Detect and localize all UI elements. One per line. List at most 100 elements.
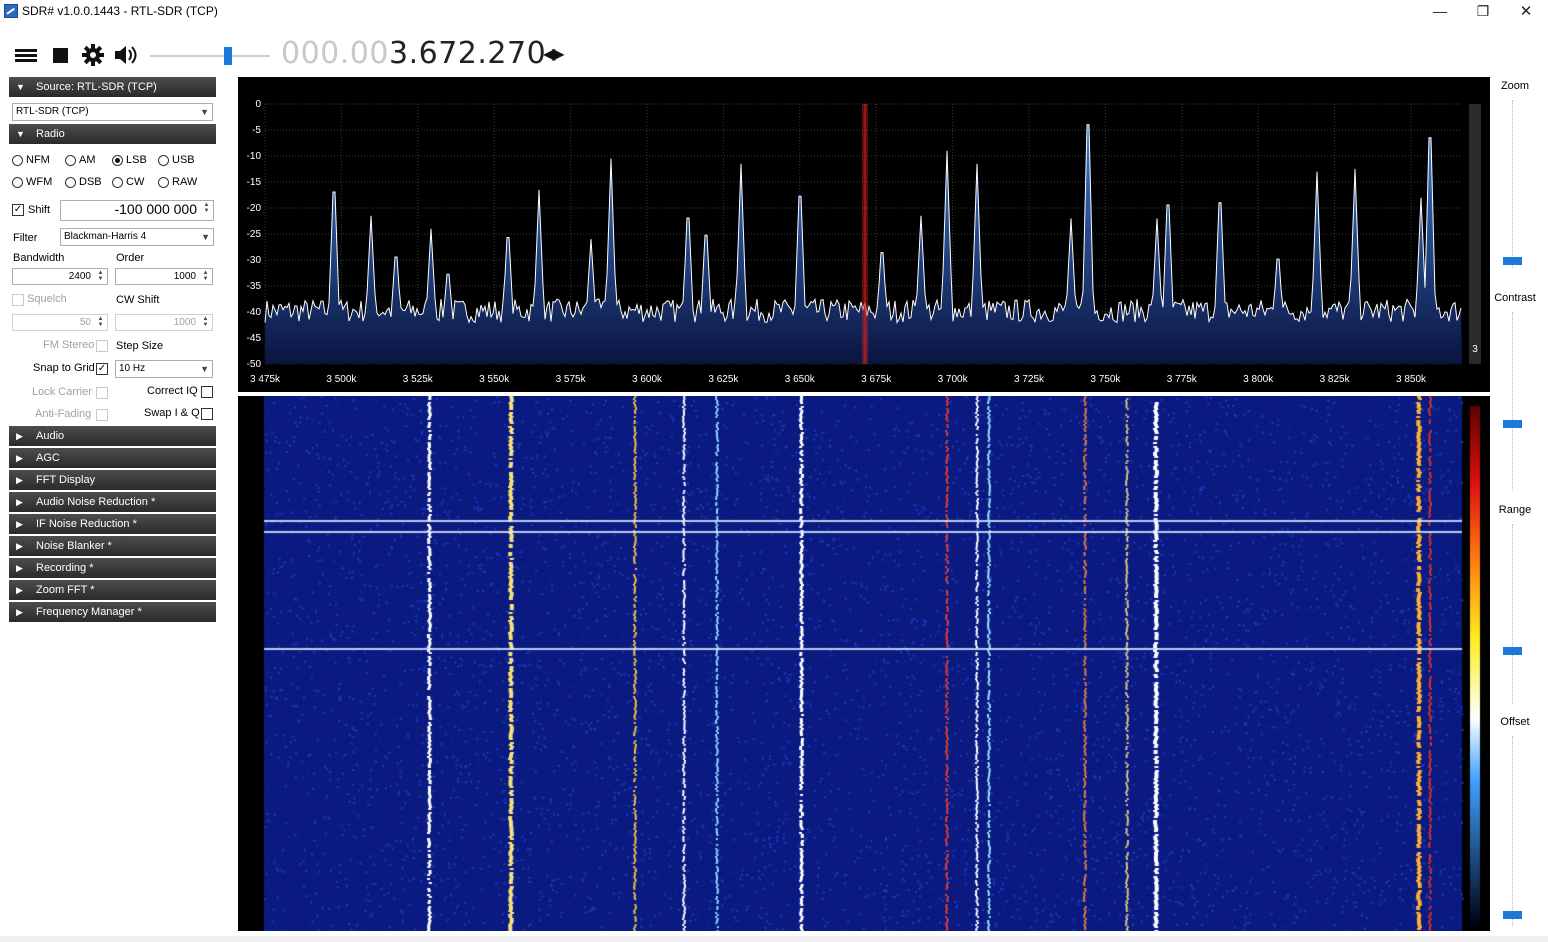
zoom-slider-thumb[interactable] <box>1503 257 1522 265</box>
swap-iq-label: Swap I & Q <box>144 407 200 419</box>
gear-icon[interactable] <box>80 42 106 68</box>
x-tick-label: 3 650k <box>785 374 816 385</box>
squelch-checkbox[interactable] <box>12 294 24 306</box>
section-header-agc[interactable]: ▶ AGC <box>9 448 216 468</box>
shift-checkbox[interactable]: ✓ <box>12 204 24 216</box>
section-header-zoom-fft[interactable]: ▶ Zoom FFT * <box>9 580 216 600</box>
contrast-track <box>1512 312 1513 490</box>
menu-icon[interactable] <box>13 42 39 68</box>
squelch-spinner-icon[interactable]: ▲ ▼ <box>95 316 106 329</box>
mode-radio-cw[interactable]: CW <box>112 176 144 188</box>
frequency-value[interactable]: 3.672.270 <box>389 36 546 71</box>
zoom-label: Zoom <box>1500 80 1530 92</box>
bandwidth-spinner-icon[interactable]: ▲ ▼ <box>95 270 106 283</box>
x-tick-label: 3 800k <box>1243 374 1274 385</box>
section-header-frequency-manager[interactable]: ▶ Frequency Manager * <box>9 602 216 622</box>
section-header-audio[interactable]: ▶ Audio <box>9 426 216 446</box>
control-panel: ▼ Source: RTL-SDR (TCP) RTL-SDR (TCP) ▼ ▼ R… <box>9 76 216 636</box>
section-label: IF Noise Reduction * <box>36 518 137 530</box>
spectrum-scale-value: 3 <box>1472 344 1478 355</box>
minimize-button[interactable]: — <box>1418 0 1462 22</box>
anti-fading-checkbox[interactable] <box>96 409 108 421</box>
x-tick-label: 3 850k <box>1396 374 1427 385</box>
toolbar: 000.003.672.270 <box>0 28 1548 76</box>
stop-icon[interactable] <box>47 42 73 68</box>
radio-header-label: Radio <box>36 128 65 140</box>
section-header-fft-display[interactable]: ▶ FFT Display <box>9 470 216 490</box>
range-slider-thumb[interactable] <box>1503 647 1522 655</box>
x-tick-label: 3 575k <box>556 374 587 385</box>
lock-carrier-checkbox[interactable] <box>96 387 108 399</box>
source-device-select[interactable]: RTL-SDR (TCP) ▼ <box>12 103 213 121</box>
mode-radio-usb[interactable]: USB <box>158 154 195 166</box>
spectrum-analyzer[interactable]: 0 -5 -10 -15 -20 -25 -30 -35 -40 -45 -50 3 475k 3 50… <box>238 77 1490 392</box>
lock-carrier-label: Lock Carrier <box>32 386 92 398</box>
correct-iq-checkbox[interactable] <box>201 386 213 398</box>
cw-shift-value: 1000 <box>173 317 196 328</box>
mode-radio-nfm[interactable]: NFM <box>12 154 50 166</box>
offset-slider-thumb[interactable] <box>1503 911 1522 919</box>
step-size-select[interactable]: 10 Hz ▼ <box>115 360 213 378</box>
snap-to-grid-checkbox[interactable]: ✓ <box>96 363 108 375</box>
section-header-recording[interactable]: ▶ Recording * <box>9 558 216 578</box>
mode-radio-am[interactable]: AM <box>65 154 96 166</box>
filter-value: Blackman-Harris 4 <box>64 231 147 242</box>
chevron-down-icon: ▼ <box>201 232 210 242</box>
mode-radio-dsb[interactable]: DSB <box>65 176 102 188</box>
contrast-slider-thumb[interactable] <box>1503 420 1522 428</box>
zoom-track <box>1512 100 1513 268</box>
volume-slider[interactable] <box>150 47 270 65</box>
x-tick-label: 3 750k <box>1090 374 1121 385</box>
source-section-header[interactable]: ▼ Source: RTL-SDR (TCP) <box>9 77 216 97</box>
expand-arrow-icon: ▶ <box>16 475 23 485</box>
cw-shift-spinner-icon[interactable]: ▲ ▼ <box>200 316 211 329</box>
offset-label: Offset <box>1500 716 1530 728</box>
step-size-value: 10 Hz <box>119 363 146 374</box>
section-header-if-noise-reduction[interactable]: ▶ IF Noise Reduction * <box>9 514 216 534</box>
frequency-step-arrows[interactable]: ◀▶ <box>543 44 565 64</box>
squelch-input[interactable]: 50 ▲ ▼ <box>12 314 108 331</box>
section-label: Audio Noise Reduction * <box>36 496 156 508</box>
mode-radio-wfm[interactable]: WFM <box>12 176 52 188</box>
expand-arrow-icon: ▶ <box>16 431 23 441</box>
close-button[interactable]: ✕ <box>1504 0 1548 22</box>
mode-radio-raw[interactable]: RAW <box>158 176 197 188</box>
shift-spinner-icon[interactable]: ▲ ▼ <box>201 202 212 215</box>
y-tick-label: -50 <box>247 359 262 370</box>
x-tick-label: 3 500k <box>326 374 357 385</box>
section-label: Zoom FFT * <box>36 584 95 596</box>
frequency-leading-zeros[interactable]: 000.00 <box>281 36 389 71</box>
swap-iq-checkbox[interactable] <box>201 408 213 420</box>
squelch-label: Squelch <box>27 293 67 305</box>
speaker-icon[interactable] <box>113 42 139 68</box>
display-controls-panel: Zoom Contrast Range Offset <box>1492 76 1548 936</box>
cw-shift-input[interactable]: 1000 ▲ ▼ <box>115 314 213 331</box>
order-label: Order <box>116 252 145 264</box>
volume-thumb[interactable] <box>223 47 232 65</box>
bandwidth-input[interactable]: 2400 ▲ ▼ <box>12 268 108 285</box>
x-tick-label: 3 625k <box>708 374 739 385</box>
expand-arrow-icon: ▶ <box>16 453 23 463</box>
fm-stereo-checkbox[interactable] <box>96 340 108 352</box>
order-spinner-icon[interactable]: ▲ ▼ <box>200 270 211 283</box>
mode-radio-lsb[interactable]: LSB <box>112 154 147 166</box>
y-tick-label: -40 <box>247 307 262 318</box>
section-label: AGC <box>36 452 60 464</box>
expanded-icon: ▼ <box>16 82 25 92</box>
shift-input[interactable]: -100 000 000 ▲ ▼ <box>60 200 214 221</box>
x-tick-label: 3 475k <box>250 374 281 385</box>
radio-circle-icon <box>65 176 76 188</box>
order-value: 1000 <box>173 271 196 282</box>
y-tick-label: 0 <box>255 99 261 110</box>
filter-select[interactable]: Blackman-Harris 4 ▼ <box>60 228 214 246</box>
status-strip <box>0 936 1548 942</box>
section-label: Audio <box>36 430 65 442</box>
restore-button[interactable]: ❐ <box>1461 0 1505 22</box>
section-header-audio-noise-reduction[interactable]: ▶ Audio Noise Reduction * <box>9 492 216 512</box>
frequency-display[interactable]: 000.003.672.270 <box>281 36 546 72</box>
order-input[interactable]: 1000 ▲ ▼ <box>115 268 213 285</box>
waterfall-display[interactable] <box>238 396 1490 931</box>
radio-section-header[interactable]: ▼ Radio <box>9 124 216 144</box>
chevron-down-icon: ▼ <box>200 107 209 117</box>
section-header-noise-blanker[interactable]: ▶ Noise Blanker * <box>9 536 216 556</box>
